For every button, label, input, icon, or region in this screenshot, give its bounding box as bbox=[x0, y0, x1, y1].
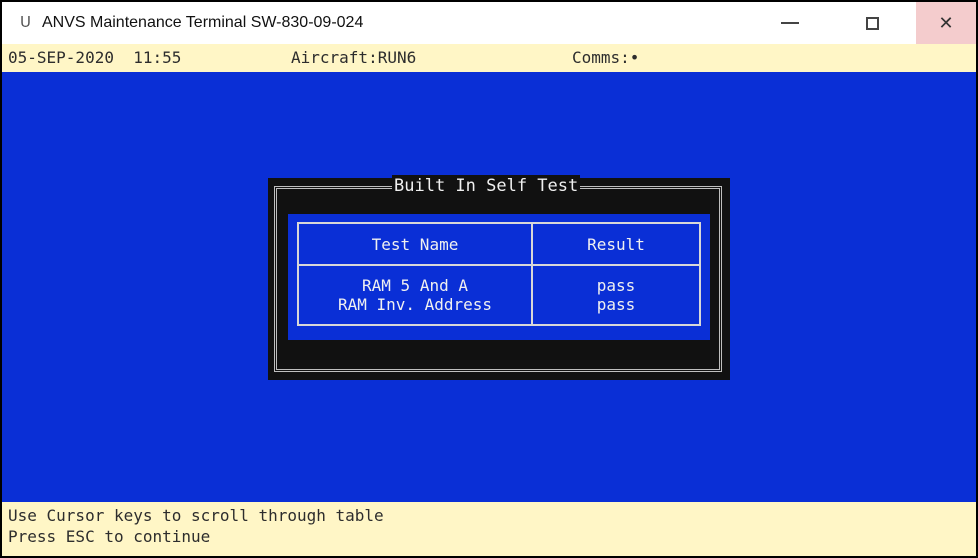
app-icon: U bbox=[20, 13, 31, 31]
maximize-button[interactable] bbox=[842, 2, 902, 44]
minimize-button[interactable] bbox=[760, 2, 820, 44]
test-name: RAM 5 And A bbox=[362, 276, 468, 295]
window-title: ANVS Maintenance Terminal SW-830-09-024 bbox=[42, 14, 364, 31]
results-table-panel[interactable]: Test Name Result RAM 5 And A RAM Inv. Ad… bbox=[288, 214, 710, 340]
help-line-continue: Press ESC to continue bbox=[8, 527, 211, 546]
minimize-icon bbox=[781, 22, 799, 24]
close-icon: ✕ bbox=[938, 12, 954, 34]
column-header-test-name: Test Name bbox=[297, 222, 533, 266]
table-row[interactable]: RAM 5 And A RAM Inv. Address pass pass bbox=[297, 264, 701, 326]
results-table[interactable]: Test Name Result RAM 5 And A RAM Inv. Ad… bbox=[297, 222, 701, 326]
help-footer: Use Cursor keys to scroll through table … bbox=[2, 502, 976, 556]
test-name: RAM Inv. Address bbox=[337, 295, 493, 314]
table-header-row: Test Name Result bbox=[297, 222, 701, 266]
test-name-cell: RAM 5 And A RAM Inv. Address bbox=[297, 264, 533, 326]
comms-status: Comms:• bbox=[572, 48, 640, 67]
test-result: pass bbox=[596, 295, 636, 314]
date-time: 05-SEP-2020 11:55 bbox=[8, 48, 182, 67]
dialog-title: Built In Self Test bbox=[392, 175, 581, 197]
bist-dialog: Built In Self Test Test Name Result RAM … bbox=[268, 175, 730, 380]
aircraft-id: Aircraft:RUN6 bbox=[291, 48, 417, 67]
test-result: pass bbox=[596, 276, 636, 295]
title-bar[interactable]: U ANVS Maintenance Terminal SW-830-09-02… bbox=[2, 2, 976, 44]
result-cell: pass pass bbox=[531, 264, 701, 326]
terminal-screen: Built In Self Test Test Name Result RAM … bbox=[2, 72, 976, 502]
close-button[interactable]: ✕ bbox=[916, 2, 976, 44]
help-line-scroll: Use Cursor keys to scroll through table bbox=[8, 506, 384, 525]
terminal-window: U ANVS Maintenance Terminal SW-830-09-02… bbox=[0, 0, 978, 558]
maximize-icon bbox=[865, 16, 879, 30]
column-header-result: Result bbox=[531, 222, 701, 266]
status-bar: 05-SEP-2020 11:55 Aircraft:RUN6 Comms:• bbox=[2, 44, 976, 72]
